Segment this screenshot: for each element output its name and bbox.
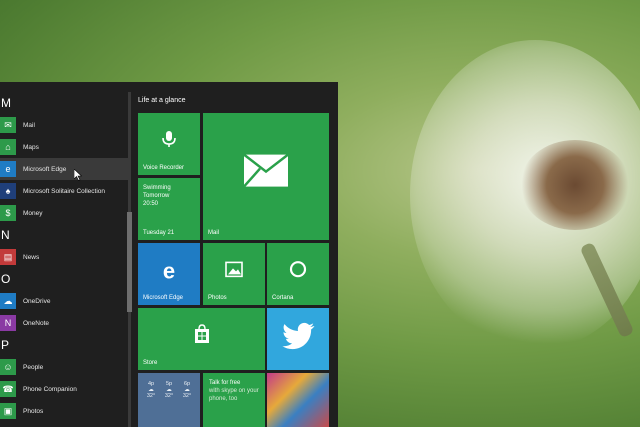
alpha-group-header-n[interactable]: N [0,224,128,246]
app-list-item-microsoft-solitaire-collection[interactable]: ♠ Microsoft Solitaire Collection [0,180,128,202]
tile-label: Photos [208,295,227,301]
app-list-item-label: Money [23,209,43,217]
app-list-item-label: Photos [23,407,44,415]
tile-photos[interactable]: Photos [203,243,265,305]
tile-voice-recorder[interactable]: Voice Recorder [138,113,200,175]
app-list-item-label: Phone Companion [23,385,77,393]
app-list-item-label: Microsoft Edge [23,165,67,173]
tiles-group-header: Life at a glance [138,97,186,104]
calendar-date: Tuesday 21 [143,230,175,236]
app-list-item-mail[interactable]: ✉ Mail [0,114,128,136]
people-icon: ☺ [0,359,16,375]
calendar-event-when: Tomorrow [143,193,170,199]
skype-subtitle: with skype on your phone, too [209,388,259,402]
tile-label: Store [143,360,158,366]
tile-label: Microsoft Edge [143,295,184,301]
calendar-event-time: 20:50 [143,201,159,207]
mouse-cursor-icon [73,168,83,186]
photo-icon [225,261,243,282]
tile-microsoft-edge[interactable]: e Microsoft Edge [138,243,200,305]
tile-label: Voice Recorder [143,165,185,171]
app-list-item-onedrive[interactable]: ☁ OneDrive [0,290,128,312]
app-list-item-label: Maps [23,143,39,151]
twitter-bird-icon [281,322,315,356]
phone-icon: ☎ [0,381,16,397]
app-list-item-label: OneNote [23,319,50,327]
weather-temp: 32° [182,393,192,399]
tile-twitter[interactable] [267,308,329,370]
app-list-item-label: Mail [23,121,35,129]
microphone-icon [160,129,178,154]
calendar-event: Swimming Tomorrow 20:50 [143,184,171,208]
mail-icon: ✉ [0,117,16,133]
app-list-item-onenote[interactable]: N OneNote [0,312,128,334]
envelope-icon [243,153,289,192]
app-list-item-maps[interactable]: ⌂ Maps [0,136,128,158]
app-list-item-photos[interactable]: ▣ Photos [0,400,128,422]
photos-icon: ▣ [0,403,16,419]
tile-cortana[interactable]: Cortana [267,243,329,305]
app-list-item-phone-companion[interactable]: ☎ Phone Companion [0,378,128,400]
alpha-group-header-m[interactable]: M [0,92,128,114]
money-icon: $ [0,205,16,221]
calendar-event-title: Swimming [143,185,171,191]
solitaire-icon: ♠ [0,183,16,199]
alpha-group-header-o[interactable]: O [0,268,128,290]
app-list-scrollbar[interactable] [127,92,133,427]
tile-photo-preview[interactable] [267,373,329,427]
app-list-item-news[interactable]: ▤ News [0,246,128,268]
app-list-item-label: Microsoft Solitaire Collection [23,187,106,195]
maps-icon: ⌂ [0,139,16,155]
edge-icon: e [162,258,176,284]
tile-skype[interactable]: Talk for free with skype on your phone, … [203,373,265,427]
news-icon: ▤ [0,249,16,265]
app-list-item-microsoft-edge[interactable]: e Microsoft Edge [0,158,128,180]
app-list-item-money[interactable]: $ Money [0,202,128,224]
tile-calendar[interactable]: Swimming Tomorrow 20:50 Tuesday 21 [138,178,200,240]
scroll-thumb[interactable] [127,212,132,312]
edge-icon: e [0,161,16,177]
store-bag-icon [193,324,211,349]
app-list-item-label: OneDrive [23,297,51,305]
app-list-item-label: People [23,363,44,371]
alpha-group-header-p[interactable]: P [0,334,128,356]
weather-hour-3: 6p ☁ 32° [175,381,199,399]
app-list-item-people[interactable]: ☺ People [0,356,128,378]
app-list: M ✉ Mail ⌂ Maps e Microsoft Edge ♠ Microsoft Sol… [0,92,128,427]
skype-promo: Talk for free with skype on your phone, … [209,379,261,403]
onenote-icon: N [0,315,16,331]
tile-store[interactable]: Store [138,308,265,370]
tile-label: Mail [208,230,220,236]
tile-label: Cortana [272,295,294,301]
tile-weather[interactable]: 4p ☁ 32° 5p ☁ 32° 6p ☁ 32° [138,373,200,427]
skype-title: Talk for free [209,380,241,386]
wallpaper-seedhead [520,140,630,230]
onedrive-icon: ☁ [0,293,16,309]
cortana-icon [289,260,307,283]
start-menu: M ✉ Mail ⌂ Maps e Microsoft Edge ♠ Microsoft Sol… [0,82,338,427]
tile-mail[interactable]: Mail [203,113,329,240]
app-list-item-label: News [23,253,40,261]
